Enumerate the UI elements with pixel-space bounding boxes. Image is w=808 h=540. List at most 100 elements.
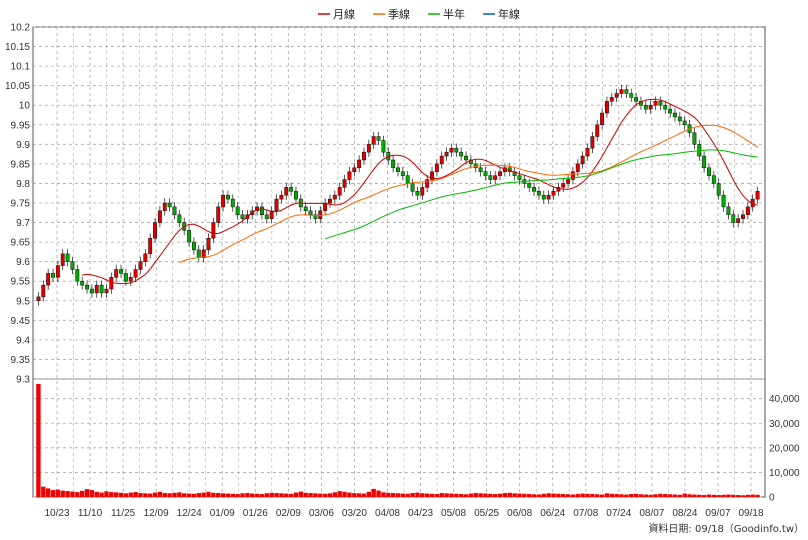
volume-bar	[682, 493, 687, 497]
source-note: 資料日期: 09/18（Goodinfo.tw）	[648, 522, 804, 535]
volume-bar	[633, 493, 639, 497]
candle-body	[561, 183, 566, 188]
volume-bar	[551, 493, 556, 497]
candle-body	[566, 179, 571, 184]
volume-bar	[580, 493, 585, 497]
candle-body	[289, 187, 294, 192]
candle-body	[731, 214, 736, 223]
candle-body	[85, 284, 89, 290]
volume-bar	[755, 494, 760, 497]
candle-body	[347, 171, 352, 180]
volume-bar	[245, 493, 250, 497]
volume-bar	[148, 493, 153, 497]
candle-body	[274, 198, 279, 212]
volume-bar	[347, 492, 352, 497]
volume-bar	[196, 493, 201, 497]
x-tick-label: 05/08	[441, 508, 466, 519]
candle-body	[104, 288, 109, 294]
volume-bar	[274, 493, 279, 497]
volume-bar	[293, 492, 299, 497]
volume-bar	[269, 492, 274, 497]
candle-body	[488, 175, 493, 180]
candle-body	[235, 206, 240, 215]
candle-body	[391, 159, 396, 169]
candle-body	[303, 206, 308, 212]
volume-bar	[352, 493, 357, 497]
volume-bar	[449, 493, 454, 497]
candle-body	[449, 147, 454, 153]
volume-bar	[259, 494, 265, 497]
volume-bar	[45, 488, 51, 497]
legend-label: 年線	[498, 7, 520, 21]
candle-body	[741, 214, 745, 219]
volume-bar	[36, 383, 41, 497]
volume-bar	[619, 494, 624, 497]
candle-body	[692, 132, 697, 145]
volume-bar	[463, 494, 469, 497]
volume-bar	[740, 495, 746, 497]
candle-body	[444, 151, 449, 157]
volume-bar	[381, 492, 386, 497]
x-tick-label: 01/26	[243, 508, 268, 519]
candle-body	[624, 89, 629, 94]
candle-body	[240, 214, 245, 219]
candle-body	[668, 108, 673, 114]
volume-bar	[157, 491, 163, 497]
volume-bar	[663, 494, 668, 497]
candle-body	[114, 269, 119, 278]
candle-body	[575, 163, 580, 172]
volume-bar	[327, 493, 333, 497]
volume-bar	[604, 493, 610, 497]
volume-bar	[667, 494, 673, 497]
candle-body	[493, 175, 498, 180]
volume-bar	[507, 492, 512, 497]
volume-bar	[444, 493, 449, 497]
volume-bar	[483, 493, 488, 497]
candle-body	[211, 222, 216, 239]
candle-body	[148, 237, 153, 255]
candle-body	[541, 194, 546, 200]
volume-bar	[420, 493, 425, 497]
volume-bar	[390, 493, 396, 497]
volume-bar	[104, 491, 109, 497]
candle-body	[721, 194, 726, 208]
candle-body	[536, 191, 541, 196]
volume-bar	[561, 494, 566, 497]
volume-bar	[201, 492, 206, 497]
volume-bar	[376, 490, 381, 497]
candle-body	[352, 167, 357, 172]
candle-body	[609, 97, 614, 102]
volume-bar	[128, 492, 133, 497]
volume-axis: 40,000 30,000 20,000 10,000 0	[769, 394, 800, 503]
volume-bar	[473, 493, 478, 497]
volume-bar	[541, 493, 546, 497]
candle-body	[123, 273, 128, 282]
price-axis: 10.2 10.15 10.1 10.05 10 9.95 9.9 9.85 9.8 9.75 9.…	[5, 23, 30, 386]
volume-bar	[531, 494, 537, 497]
candle-body	[172, 206, 177, 215]
volume-bar	[264, 493, 269, 497]
volume-bar	[342, 491, 347, 497]
volume-bar	[162, 493, 167, 497]
candle-body	[318, 210, 323, 219]
volume-bar	[118, 492, 124, 497]
volume-bar	[692, 494, 697, 497]
candle-body	[498, 171, 502, 176]
candle-body	[216, 206, 221, 223]
volume-bar	[143, 493, 148, 497]
candle-body	[726, 206, 731, 215]
candle-body	[157, 210, 162, 223]
price-plot-area	[32, 26, 766, 498]
candle-body	[99, 284, 104, 294]
candle-body	[143, 253, 148, 262]
volume-bar	[254, 493, 260, 497]
volume-bar	[308, 493, 313, 497]
x-tick-label: 11/25	[111, 508, 136, 519]
volume-bar	[677, 494, 683, 497]
volume-bar	[386, 492, 391, 497]
candle-body	[259, 206, 264, 215]
volume-tick-label: 20,000	[769, 443, 800, 454]
candle-body	[604, 101, 609, 114]
candle-body	[332, 194, 337, 200]
volume-bar	[711, 494, 717, 497]
